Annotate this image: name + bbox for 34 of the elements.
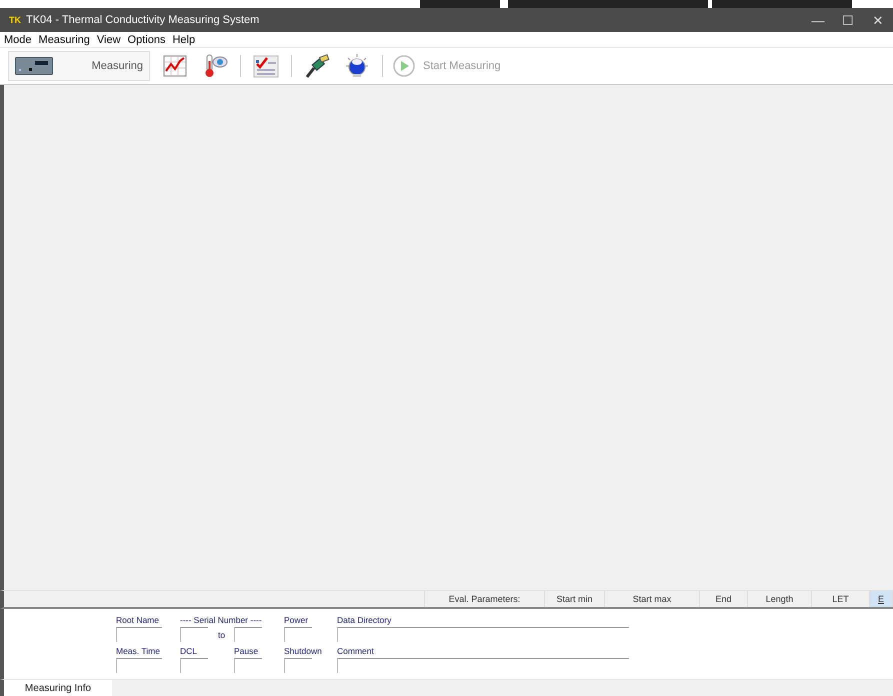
field-label: Root Name (116, 615, 160, 625)
menu-item[interactable]: Options (128, 34, 166, 46)
minimize-button[interactable]: — (803, 8, 833, 32)
tab[interactable]: Measuring Info (4, 680, 112, 696)
close-button[interactable]: ✕ (863, 8, 893, 32)
field-label: Shutdown (284, 646, 323, 656)
usb-probe-icon (304, 53, 330, 79)
evaluate-button[interactable]: E (870, 591, 893, 607)
menu-item[interactable]: Mode (4, 34, 32, 46)
column-header: Length (748, 591, 812, 607)
menu-item[interactable]: Help (172, 34, 196, 46)
device-icon (15, 57, 53, 75)
column-header: Eval. Parameters: (425, 591, 545, 607)
window-title: TK04 - Thermal Conductivity Measuring System (26, 14, 260, 26)
column-header: Start max (605, 591, 700, 607)
field-label: to (217, 630, 226, 640)
menu-item[interactable]: View (96, 34, 121, 46)
line-chart-icon (163, 55, 187, 77)
measuring-mode-button[interactable]: Measuring (8, 51, 150, 81)
app-logo: TK (9, 15, 21, 25)
field-label: Pause (234, 646, 260, 656)
maximize-button[interactable]: ☐ (833, 8, 863, 32)
field-label: Comment (337, 646, 375, 656)
menu-item[interactable]: Measuring (38, 34, 90, 46)
column-header: Start min (545, 591, 605, 607)
play-icon (393, 55, 415, 77)
field-label: ---- Serial Number ---- (180, 615, 263, 625)
checklist-icon (253, 54, 279, 78)
light-bulb-icon (344, 53, 370, 79)
field-label: Meas. Time (116, 646, 161, 656)
field-label: Power (284, 615, 310, 625)
column-header: End (700, 591, 748, 607)
field-label: Data Directory (337, 615, 392, 625)
field-label: DCL (180, 646, 198, 656)
